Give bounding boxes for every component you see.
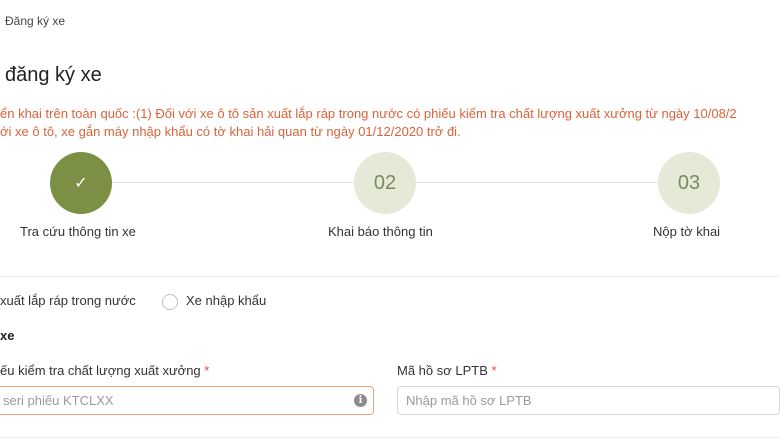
lptb-label-text: Mã hồ sơ LPTB [397,363,488,378]
section-title: xe [0,328,15,343]
step-1-circle[interactable]: ✓ [50,152,112,214]
step-2-number: 02 [373,171,397,194]
step-connector-2 [416,182,658,183]
notice-line-2: ới xe ô tô, xe gắn máy nhập khẩu có tờ k… [0,124,461,139]
step-2-circle[interactable]: 02 [354,152,416,214]
lptb-input[interactable]: Nhập mã hồ sơ LPTB [397,386,780,415]
notice-line-1: ển khai trên toàn quốc :(1) Đối với xe ô… [0,106,737,121]
info-glyph: i [358,395,363,406]
lptb-placeholder: Nhập mã hồ sơ LPTB [406,393,532,408]
required-marker: * [491,363,497,378]
ktclxx-label-text: ếu kiểm tra chất lượng xuất xưởng [0,363,201,378]
step-3-label: Nộp tờ khai [653,224,721,239]
ktclxx-placeholder: seri phiếu KTCLXX [3,393,114,408]
step-connector-1 [112,182,354,183]
step-3-circle[interactable]: 03 [658,152,720,214]
step-1-label: Tra cứu thông tin xe [20,224,136,239]
page-title: đăng ký xe [5,64,102,86]
radio-label-imported[interactable]: Xe nhập khẩu [186,293,266,308]
info-icon[interactable]: i [354,394,367,407]
required-marker: * [204,363,210,378]
lptb-field-label: Mã hồ sơ LPTB * [397,363,497,378]
section-divider [0,276,780,277]
ktclxx-field-label: ếu kiểm tra chất lượng xuất xưởng * [0,363,209,378]
check-icon: ✓ [74,175,88,192]
step-3-number: 03 [677,171,701,194]
step-2-label: Khai báo thông tin [328,224,433,239]
radio-label-domestic[interactable]: xuất lắp ráp trong nước [0,293,136,308]
breadcrumb[interactable]: Đăng ký xe [5,14,65,28]
bottom-divider [0,437,780,438]
radio-imported[interactable] [162,294,178,310]
ktclxx-input[interactable]: seri phiếu KTCLXX [0,386,374,415]
